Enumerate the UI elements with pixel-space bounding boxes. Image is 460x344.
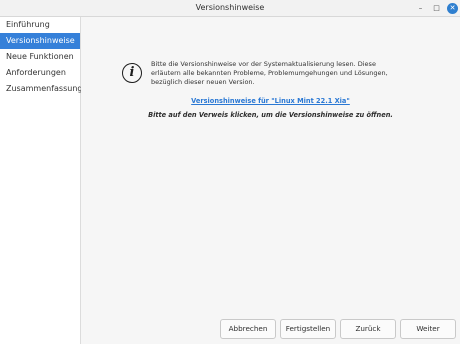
window-title: Versionshinweise (195, 3, 265, 12)
cancel-button[interactable]: Abbrechen (220, 319, 276, 339)
sidebar-item-anforderungen[interactable]: Anforderungen (0, 65, 80, 81)
finish-button[interactable]: Fertigstellen (280, 319, 336, 339)
back-button[interactable]: Zurück (340, 319, 396, 339)
sidebar-item-versionshinweise[interactable]: Versionshinweise (0, 33, 80, 49)
sidebar-item-zusammenfassung[interactable]: Zusammenfassung (0, 81, 82, 97)
release-notes-description: Bitte die Versionshinweise vor der Syste… (151, 60, 388, 86)
sidebar-item-einfuehrung[interactable]: Einführung (0, 17, 80, 33)
maximize-icon[interactable]: □ (431, 3, 442, 14)
sidebar-item-neue-funktionen[interactable]: Neue Funktionen (0, 49, 80, 65)
main-content: i Bitte die Versionshinweise vor der Sys… (81, 17, 460, 344)
close-icon[interactable]: ✕ (447, 3, 458, 14)
next-button[interactable]: Weiter (400, 319, 456, 339)
minimize-icon[interactable]: – (415, 3, 426, 14)
title-bar[interactable]: Versionshinweise – □ ✕ (0, 0, 460, 17)
info-icon: i (122, 63, 142, 83)
sidebar: Einführung Versionshinweise Neue Funktio… (0, 17, 82, 344)
release-notes-link[interactable]: Versionshinweise für "Linux Mint 22.1 Xi… (81, 97, 460, 105)
click-hint: Bitte auf den Verweis klicken, um die Ve… (148, 111, 393, 119)
dialog-window: Versionshinweise – □ ✕ Einführung Versio… (0, 0, 460, 344)
